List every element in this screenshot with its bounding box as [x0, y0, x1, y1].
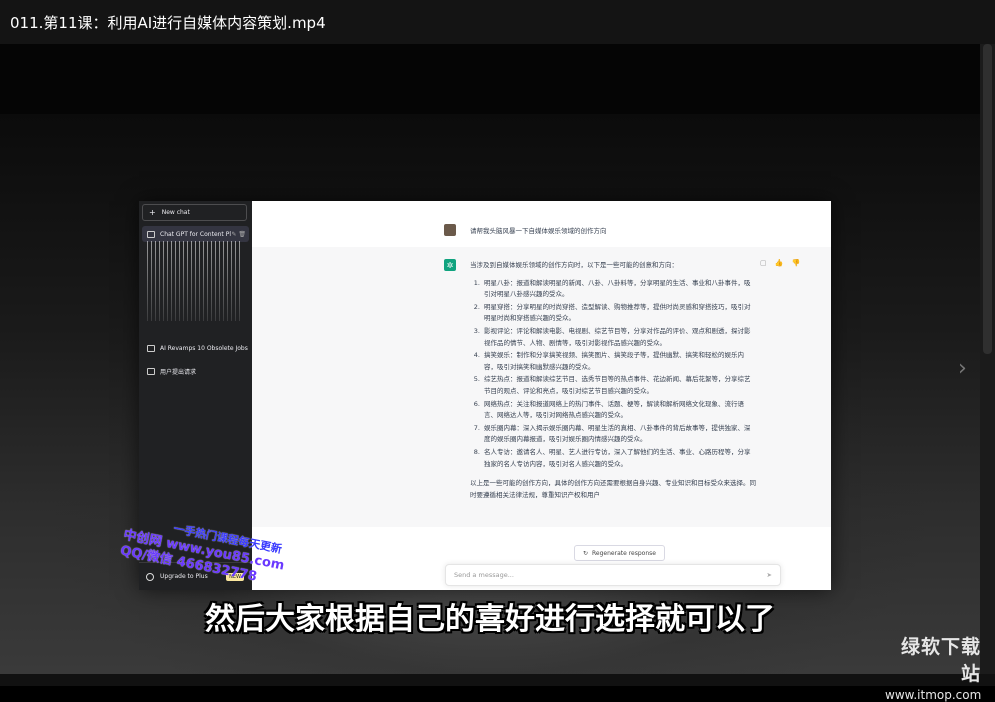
- list-item: 网络热点：关注和报道网络上的热门事件、话题、梗等，解读和解析网络文化现象、流行语…: [482, 399, 756, 422]
- refresh-icon: ↻: [583, 549, 589, 557]
- assistant-answer: 当涉及到自媒体娱乐领域的创作方向时，以下是一些可能的创意和方向： 明星八卦：报道…: [470, 260, 756, 501]
- list-item: 明星八卦：报道和解读明星的新闻、八卦、八卦料等，分享明星的生活、事业和八卦事件，…: [482, 278, 756, 301]
- plus-icon: +: [149, 208, 156, 217]
- message-input[interactable]: Send a message... ➤: [445, 564, 781, 586]
- regenerate-response-button[interactable]: ↻ Regenerate response: [574, 545, 665, 561]
- list-item: 明星穿搭：分享明星的时尚穿搭、造型解读、购物推荐等，提供时尚灵感和穿搭技巧，吸引…: [482, 302, 756, 325]
- conversation-label: Chat GPT for Content Pl: [160, 230, 231, 238]
- site-logo: 绿软下载站 www.itmop.com: [885, 632, 981, 702]
- list-item: 综艺热点：报道和解读综艺节目、选秀节目等的热点事件、花边新闻、幕后花絮等，分享综…: [482, 374, 756, 397]
- answer-list: 明星八卦：报道和解读明星的新闻、八卦、八卦料等，分享明星的生活、事业和八卦事件，…: [470, 278, 756, 471]
- list-item: 名人专访：邀请名人、明星、艺人进行专访，深入了解他们的生活、事业、心路历程等，分…: [482, 447, 756, 470]
- blurred-conversation-list: [147, 241, 243, 321]
- video-title: 011.第11课：利用AI进行自媒体内容策划.mp4: [10, 13, 326, 32]
- regenerate-label: Regenerate response: [592, 549, 656, 557]
- next-arrow-icon[interactable]: ›: [958, 356, 967, 381]
- message-placeholder: Send a message...: [454, 571, 514, 579]
- list-item: 娱乐圈内幕：深入揭示娱乐圈内幕、明星生活的真相、八卦事件的背后故事等，提供独家、…: [482, 423, 756, 446]
- conversation-label: 用户提出请求: [160, 368, 197, 376]
- conversation-label: AI Revamps 10 Obsolete Jobs: [160, 344, 248, 352]
- sidebar-conversation-active[interactable]: Chat GPT for Content Pl ✎ 🗑: [142, 226, 249, 242]
- scrollbar[interactable]: [980, 44, 995, 674]
- chat-bubble-icon: [147, 367, 155, 375]
- user-avatar: [444, 224, 456, 236]
- user-icon: [146, 572, 154, 581]
- sidebar-conversation[interactable]: AI Revamps 10 Obsolete Jobs: [142, 340, 249, 356]
- site-url: www.itmop.com: [885, 688, 982, 702]
- copy-like-dislike-icons[interactable]: ▢ 👍 👎: [760, 259, 804, 267]
- answer-intro: 当涉及到自媒体娱乐领域的创作方向时，以下是一些可能的创意和方向：: [470, 261, 678, 269]
- video-subtitle: 然后大家根据自己的喜好进行选择就可以了: [205, 602, 775, 637]
- sidebar-conversation[interactable]: 用户提出请求: [142, 363, 249, 379]
- window-title-bar: 011.第11课：利用AI进行自媒体内容策划.mp4: [0, 0, 995, 44]
- bottom-strip: [0, 674, 995, 686]
- user-message-row: 请帮我头脑风暴一下自媒体娱乐领域的创作方向: [252, 213, 831, 247]
- answer-conclusion: 以上是一些可能的创作方向，具体的创作方向还需要根据自身兴趣、专业知识和目标受众来…: [470, 479, 756, 499]
- send-icon[interactable]: ➤: [767, 571, 772, 579]
- chat-bubble-icon: [147, 230, 155, 238]
- chat-main: 请帮我头脑风暴一下自媒体娱乐领域的创作方向 ✲ ▢ 👍 👎 当涉及到自媒体娱乐领…: [252, 201, 831, 590]
- scrollbar-thumb[interactable]: [983, 44, 992, 354]
- chatgpt-logo-icon: ✲: [444, 259, 456, 271]
- assistant-message: ✲ ▢ 👍 👎 当涉及到自媒体娱乐领域的创作方向时，以下是一些可能的创意和方向：…: [252, 247, 831, 527]
- list-item: 影视评论：评论和解读电影、电视剧、综艺节目等，分享对作品的评价、观点和剧透，探讨…: [482, 326, 756, 349]
- chatgpt-window: + New chat Chat GPT for Content Pl ✎ 🗑 A…: [139, 201, 831, 590]
- chat-bubble-icon: [147, 344, 155, 352]
- user-message: 请帮我头脑风暴一下自媒体娱乐领域的创作方向: [470, 227, 607, 235]
- new-chat-label: New chat: [161, 209, 190, 216]
- list-item: 搞笑娱乐：制作和分享搞笑视频、搞笑图片、搞笑段子等，提供幽默、搞笑和轻松的娱乐内…: [482, 350, 756, 373]
- edit-delete-icons[interactable]: ✎ 🗑: [231, 231, 246, 238]
- new-chat-button[interactable]: + New chat: [142, 204, 247, 221]
- site-name: 绿软下载站: [900, 636, 981, 685]
